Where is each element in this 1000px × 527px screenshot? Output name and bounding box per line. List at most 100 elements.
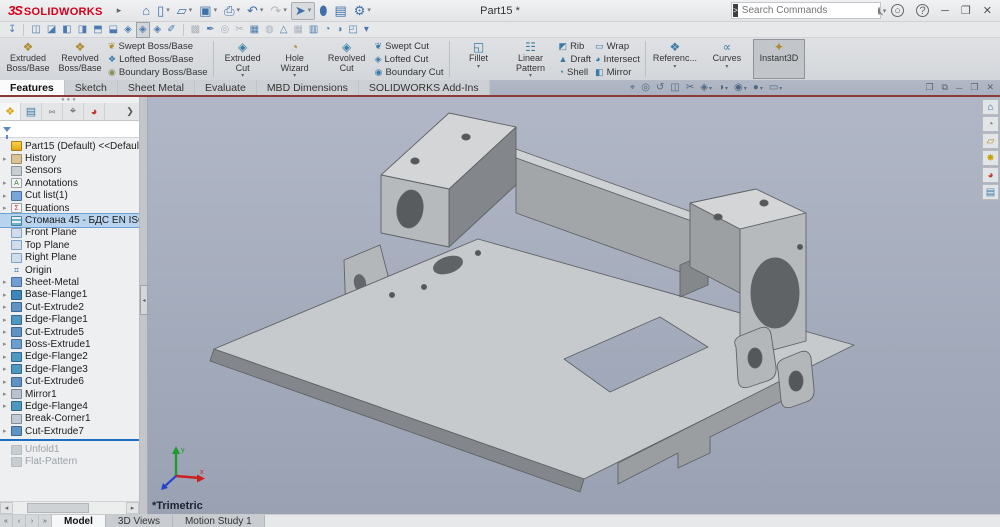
tree-item-part15-default-default-display[interactable]: Part15 (Default) <<Default>_Display bbox=[0, 140, 139, 152]
view-orientation-icon[interactable]: ◈▾ bbox=[700, 82, 712, 93]
dropdown-icon[interactable]: ▾ bbox=[744, 86, 747, 92]
tree-item-history[interactable]: ▸History bbox=[0, 152, 139, 164]
close-icon[interactable]: ✕ bbox=[983, 4, 992, 17]
save-icon[interactable]: ▣▾ bbox=[196, 2, 220, 20]
panel-tabs-expand-icon[interactable]: ❯ bbox=[121, 103, 139, 120]
dropdown-icon[interactable]: ▾ bbox=[709, 86, 712, 92]
boundary-cut-button[interactable]: ◉Boundary Cut bbox=[375, 66, 444, 79]
instant3d-button[interactable]: ✦Instant3D bbox=[753, 39, 805, 79]
boundary-boss-base-button[interactable]: ◉Boundary Boss/Base bbox=[108, 66, 208, 79]
expand-arrow-icon[interactable]: ▸ bbox=[3, 278, 11, 286]
expand-arrow-icon[interactable]: ▸ bbox=[3, 328, 11, 336]
tree-item-right-plane[interactable]: Right Plane bbox=[0, 252, 139, 264]
undo-icon[interactable]: ↶▾ bbox=[244, 2, 266, 20]
view-trimetric-icon[interactable]: ◈ bbox=[136, 22, 150, 38]
tab-mbd-dimensions[interactable]: MBD Dimensions bbox=[257, 80, 359, 95]
select-cursor-icon[interactable]: ➤▾ bbox=[291, 2, 315, 20]
shell-button[interactable]: ◔Shell bbox=[559, 66, 592, 79]
search-dropdown-icon[interactable]: ▾ bbox=[883, 7, 887, 15]
account-icon[interactable]: ○ bbox=[891, 4, 904, 17]
file-explorer-icon[interactable]: ✸ bbox=[982, 150, 999, 166]
revolved-cut-button[interactable]: ◈Revolved Cut bbox=[321, 39, 373, 79]
normal-to-icon[interactable]: ✐ bbox=[165, 23, 177, 37]
hide-show-items-icon[interactable]: ◉▾ bbox=[734, 82, 747, 93]
extruded-cut-button[interactable]: ◈Extruded Cut▾ bbox=[217, 39, 269, 79]
doc-restore-icon[interactable]: ❐ bbox=[970, 82, 978, 93]
draft-button[interactable]: ▲Draft bbox=[559, 53, 592, 66]
edit-appearance-icon[interactable]: ●▾ bbox=[753, 82, 763, 93]
tree-item-base-flange1[interactable]: ▸Base-Flange1 bbox=[0, 289, 139, 301]
tree-item-flat-pattern[interactable]: Flat-Pattern bbox=[0, 456, 139, 468]
dropdown-icon[interactable]: ▾ bbox=[260, 2, 264, 20]
dropdown-icon[interactable]: ▾ bbox=[725, 86, 728, 92]
tree-item-cut-extrude7[interactable]: ▸Cut-Extrude7 bbox=[0, 425, 139, 437]
dropdown-icon[interactable]: ▾ bbox=[529, 73, 532, 79]
home-icon[interactable]: ⌂ bbox=[139, 2, 153, 20]
view-bottom-icon[interactable]: ⬓ bbox=[107, 23, 120, 37]
repair-sketch-icon[interactable]: ◔ bbox=[322, 23, 332, 37]
next-tab-icon[interactable]: › bbox=[26, 515, 39, 527]
expand-arrow-icon[interactable]: ▸ bbox=[3, 303, 11, 311]
expand-arrow-icon[interactable]: ▸ bbox=[3, 291, 11, 299]
expand-arrow-icon[interactable]: ▸ bbox=[3, 192, 11, 200]
search-icon[interactable] bbox=[878, 7, 880, 15]
tree-item-edge-flange3[interactable]: ▸Edge-Flange3 bbox=[0, 363, 139, 375]
tree-item-boss-extrude1[interactable]: ▸Boss-Extrude1 bbox=[0, 338, 139, 350]
redo-icon[interactable]: ↷▾ bbox=[267, 2, 289, 20]
tree-item-sensors[interactable]: Sensors bbox=[0, 165, 139, 177]
tree-item-sheet-metal[interactable]: ▸Sheet-Metal bbox=[0, 276, 139, 288]
hscroll-right-icon[interactable]: ▸ bbox=[126, 502, 139, 514]
tab-solidworks-add-ins[interactable]: SOLIDWORKS Add-Ins bbox=[359, 80, 490, 95]
first-tab-icon[interactable]: « bbox=[0, 515, 13, 527]
tree-item-edge-flange2[interactable]: ▸Edge-Flange2 bbox=[0, 351, 139, 363]
taskpane-home-icon[interactable]: ⌂ bbox=[982, 99, 999, 115]
solidworks-resources-icon[interactable]: ◔ bbox=[982, 116, 999, 132]
dropdown-icon[interactable]: ▾ bbox=[477, 64, 480, 70]
featuremanager-filter-input[interactable] bbox=[15, 124, 136, 134]
view-dimetric-icon[interactable]: ◈ bbox=[152, 23, 164, 37]
curves-button[interactable]: ∝Curves▾ bbox=[701, 39, 753, 79]
dropdown-icon[interactable]: ▾ bbox=[362, 23, 371, 37]
reference-geometry-button[interactable]: ❖Referenc...▾ bbox=[649, 39, 701, 79]
swept-boss-base-button[interactable]: ❦Swept Boss/Base bbox=[108, 40, 208, 53]
minimize-icon[interactable]: ─ bbox=[941, 5, 949, 17]
zoom-to-area-icon[interactable]: ◎ bbox=[641, 82, 650, 93]
dropdown-icon[interactable]: ▾ bbox=[308, 2, 312, 20]
section-view-icon[interactable]: ◫ bbox=[670, 82, 679, 93]
dropdown-icon[interactable]: ▾ bbox=[779, 86, 782, 92]
doc-new-window-icon[interactable]: ❐ bbox=[925, 82, 933, 93]
tab-evaluate[interactable]: Evaluate bbox=[195, 80, 257, 95]
expand-arrow-icon[interactable]: ▸ bbox=[3, 316, 11, 324]
lofted-cut-button[interactable]: ◈Lofted Cut bbox=[375, 53, 444, 66]
search-commands-input[interactable] bbox=[738, 5, 878, 16]
extruded-boss-base-button[interactable]: ❖Extruded Boss/Base bbox=[2, 39, 54, 79]
expand-arrow-icon[interactable]: ▸ bbox=[3, 390, 11, 398]
dropdown-icon[interactable]: ▾ bbox=[166, 2, 170, 20]
trim-entities-icon[interactable]: ✂ bbox=[233, 23, 245, 37]
dropdown-icon[interactable]: ▾ bbox=[673, 64, 676, 70]
tab-model[interactable]: Model bbox=[52, 515, 106, 527]
linear-sketch-pattern-icon[interactable]: ▦ bbox=[291, 23, 304, 37]
hscroll-left-icon[interactable]: ◂ bbox=[0, 502, 13, 514]
print-icon[interactable]: ⎙▾ bbox=[221, 2, 243, 20]
view-isometric-icon[interactable]: ◈ bbox=[122, 23, 134, 37]
expand-arrow-icon[interactable]: ▸ bbox=[3, 155, 11, 163]
tab-motion-study-1[interactable]: Motion Study 1 bbox=[173, 515, 265, 527]
panel-splitter[interactable]: ◂ bbox=[140, 97, 148, 514]
dropdown-icon[interactable]: ▾ bbox=[725, 64, 728, 70]
part-model-3d[interactable] bbox=[148, 97, 1000, 514]
tree-item-front-plane[interactable]: Front Plane bbox=[0, 227, 139, 239]
graphics-viewport[interactable]: y x *Trimetric ⌂◔▱✸◕▤ bbox=[148, 97, 1000, 514]
toggle-visibility-icon[interactable]: ⬮ bbox=[316, 2, 330, 20]
tab-sheet-metal[interactable]: Sheet Metal bbox=[118, 80, 195, 95]
dropdown-icon[interactable]: ▾ bbox=[760, 86, 763, 92]
solidworks-logo[interactable]: 3S SOLIDWORKS bbox=[0, 3, 109, 18]
expand-arrow-icon[interactable]: ▸ bbox=[3, 427, 11, 435]
3d-drawing-view-icon[interactable]: ▩ bbox=[189, 23, 202, 37]
rib-button[interactable]: ◩Rib bbox=[559, 40, 592, 53]
view-left-icon[interactable]: ◧ bbox=[60, 23, 73, 37]
tree-item-origin[interactable]: ⌗Origin bbox=[0, 264, 139, 276]
dropdown-icon[interactable]: ▾ bbox=[214, 2, 218, 20]
appearances-scenes-icon[interactable]: ◕ bbox=[982, 167, 999, 183]
tree-item-стомана-45-бдс-en-iso-683-1-[interactable]: Стомана 45 - БДС EN ISO 683-1: bbox=[0, 214, 139, 226]
